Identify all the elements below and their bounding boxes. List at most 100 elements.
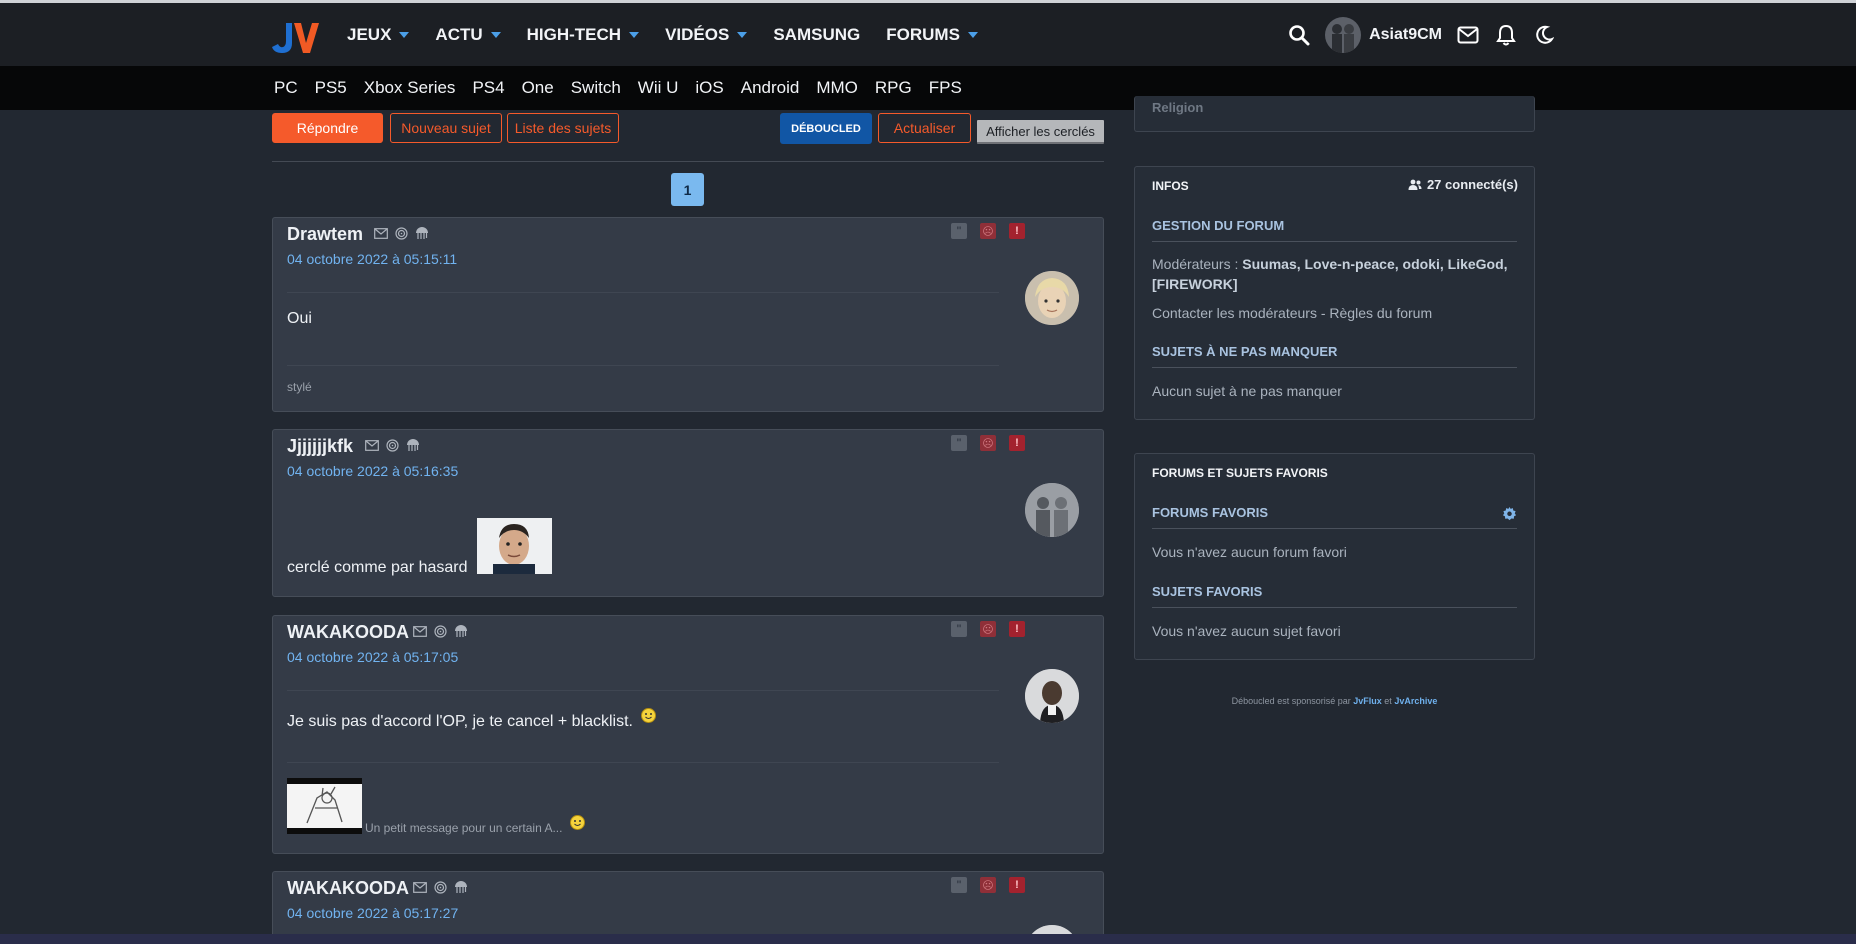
post-divider xyxy=(287,762,999,763)
mail-icon[interactable] xyxy=(413,881,427,893)
chevron-down-icon xyxy=(399,32,410,38)
post-tools: " ☹ ! xyxy=(951,877,1025,893)
must-read-text: Aucun sujet à ne pas manquer xyxy=(1152,383,1342,399)
quote-icon[interactable]: " xyxy=(951,621,967,637)
report-icon[interactable]: ! xyxy=(1009,435,1025,451)
post-author[interactable]: WAKAKOODA xyxy=(287,622,409,643)
chevron-down-icon xyxy=(490,32,501,38)
smiley-icon xyxy=(641,708,657,723)
jellyfish-icon[interactable] xyxy=(406,438,420,452)
post-author[interactable]: WAKAKOODA xyxy=(287,878,409,899)
platform-ps4[interactable]: PS4 xyxy=(472,78,504,98)
platform-xbox-series[interactable]: Xbox Series xyxy=(364,78,456,98)
post-content: Oui xyxy=(287,310,312,327)
post-avatar[interactable] xyxy=(1025,669,1079,723)
nav-jeux[interactable]: JEUX xyxy=(347,25,410,45)
spiral-icon[interactable] xyxy=(434,880,447,894)
mail-icon[interactable] xyxy=(374,227,388,239)
page-button-current[interactable]: 1 xyxy=(671,173,704,206)
post-divider xyxy=(287,690,999,691)
platform-pc[interactable]: PC xyxy=(274,78,298,98)
top-navbar: JEUX ACTU HIGH-TECH VIDÉOS SAMSUNG FORUM… xyxy=(0,3,1856,66)
post-avatar[interactable] xyxy=(1025,483,1079,537)
contact-moderators-link[interactable]: Contacter les modérateurs - Règles du fo… xyxy=(1152,303,1522,323)
new-topic-button[interactable]: Nouveau sujet xyxy=(390,113,502,143)
must-read-title: SUJETS À NE PAS MANQUER xyxy=(1152,344,1517,368)
quote-icon[interactable]: " xyxy=(951,223,967,239)
post-divider xyxy=(287,292,999,293)
signature-image[interactable] xyxy=(287,778,362,834)
post-content: cerclé comme par hasard xyxy=(287,559,468,576)
mail-icon[interactable] xyxy=(365,439,379,451)
username[interactable]: Asiat9CM xyxy=(1369,26,1442,44)
infos-title: INFOS xyxy=(1152,179,1189,193)
nav-forums[interactable]: FORUMS xyxy=(886,25,978,45)
favorites-title: FORUMS ET SUJETS FAVORIS xyxy=(1152,466,1328,480)
jvarchive-link[interactable]: JvArchive xyxy=(1394,696,1437,706)
post-date[interactable]: 04 octobre 2022 à 05:15:11 xyxy=(287,251,457,267)
sad-face-icon[interactable]: ☹ xyxy=(980,435,996,451)
reply-button[interactable]: Répondre xyxy=(272,113,383,143)
management-title: GESTION DU FORUM xyxy=(1152,218,1517,242)
jellyfish-icon[interactable] xyxy=(454,880,468,894)
jellyfish-icon[interactable] xyxy=(415,226,429,240)
jellyfish-icon[interactable] xyxy=(454,624,468,638)
post-tools: " ☹ ! xyxy=(951,223,1025,239)
refresh-button[interactable]: Actualiser xyxy=(878,113,971,143)
sad-face-icon[interactable]: ☹ xyxy=(980,877,996,893)
platform-wii-u[interactable]: Wii U xyxy=(638,78,679,98)
post-date[interactable]: 04 octobre 2022 à 05:17:27 xyxy=(287,905,458,921)
deboucled-button[interactable]: DÉBOUCLED xyxy=(780,113,872,144)
post-date[interactable]: 04 octobre 2022 à 05:17:05 xyxy=(287,649,458,665)
favorite-forums-title: FORUMS FAVORIS xyxy=(1152,505,1517,529)
platform-fps[interactable]: FPS xyxy=(929,78,962,98)
spiral-icon[interactable] xyxy=(386,438,399,452)
post-image-sticker[interactable] xyxy=(477,518,552,574)
post-avatar[interactable] xyxy=(1025,271,1079,325)
jv-logo[interactable] xyxy=(272,17,320,57)
sad-face-icon[interactable]: ☹ xyxy=(980,621,996,637)
nav-high-tech[interactable]: HIGH-TECH xyxy=(527,25,640,45)
chevron-down-icon xyxy=(737,32,748,38)
bell-icon[interactable] xyxy=(1494,23,1518,47)
moon-icon[interactable] xyxy=(1532,23,1556,47)
platform-android[interactable]: Android xyxy=(741,78,800,98)
sidebar-panel-top-cut: Religion xyxy=(1134,96,1535,132)
spiral-icon[interactable] xyxy=(395,226,408,240)
nav-samsung[interactable]: SAMSUNG xyxy=(773,25,860,45)
post-author[interactable]: Jjjjjjjkfk xyxy=(287,436,353,457)
platform-switch[interactable]: Switch xyxy=(571,78,621,98)
post-author[interactable]: Drawtem xyxy=(287,224,363,245)
quote-icon[interactable]: " xyxy=(951,877,967,893)
gear-icon[interactable] xyxy=(1502,506,1517,521)
connected-count[interactable]: 27 connecté(s) xyxy=(1408,177,1518,192)
platform-mmo[interactable]: MMO xyxy=(816,78,858,98)
user-avatar[interactable] xyxy=(1325,17,1362,53)
spiral-icon[interactable] xyxy=(434,624,447,638)
sad-face-icon[interactable]: ☹ xyxy=(980,223,996,239)
report-icon[interactable]: ! xyxy=(1009,621,1025,637)
report-icon[interactable]: ! xyxy=(1009,877,1025,893)
post-author-icons xyxy=(413,624,468,638)
infos-panel: INFOS 27 connecté(s) GESTION DU FORUM Mo… xyxy=(1134,166,1535,420)
mail-icon[interactable] xyxy=(413,625,427,637)
post-tools: " ☹ ! xyxy=(951,621,1025,637)
platform-rpg[interactable]: RPG xyxy=(875,78,912,98)
post: Drawtem 04 octobre 2022 à 05:15:11 " ☹ !… xyxy=(272,217,1104,412)
platform-one[interactable]: One xyxy=(522,78,554,98)
jvflux-link[interactable]: JvFlux xyxy=(1353,696,1382,706)
search-icon[interactable] xyxy=(1287,23,1311,47)
nav-actu[interactable]: ACTU xyxy=(435,25,501,45)
report-icon[interactable]: ! xyxy=(1009,223,1025,239)
mail-icon[interactable] xyxy=(1456,23,1480,47)
smiley-icon xyxy=(570,815,585,830)
nav-videos[interactable]: VIDÉOS xyxy=(665,25,748,45)
users-icon xyxy=(1408,179,1422,190)
quote-icon[interactable]: " xyxy=(951,435,967,451)
show-circled-button[interactable]: Afficher les cerclés xyxy=(977,120,1104,144)
platform-ios[interactable]: iOS xyxy=(695,78,723,98)
platform-ps5[interactable]: PS5 xyxy=(315,78,347,98)
post-date[interactable]: 04 octobre 2022 à 05:16:35 xyxy=(287,463,458,479)
topic-list-button[interactable]: Liste des sujets xyxy=(507,113,619,143)
post-divider xyxy=(287,365,999,366)
